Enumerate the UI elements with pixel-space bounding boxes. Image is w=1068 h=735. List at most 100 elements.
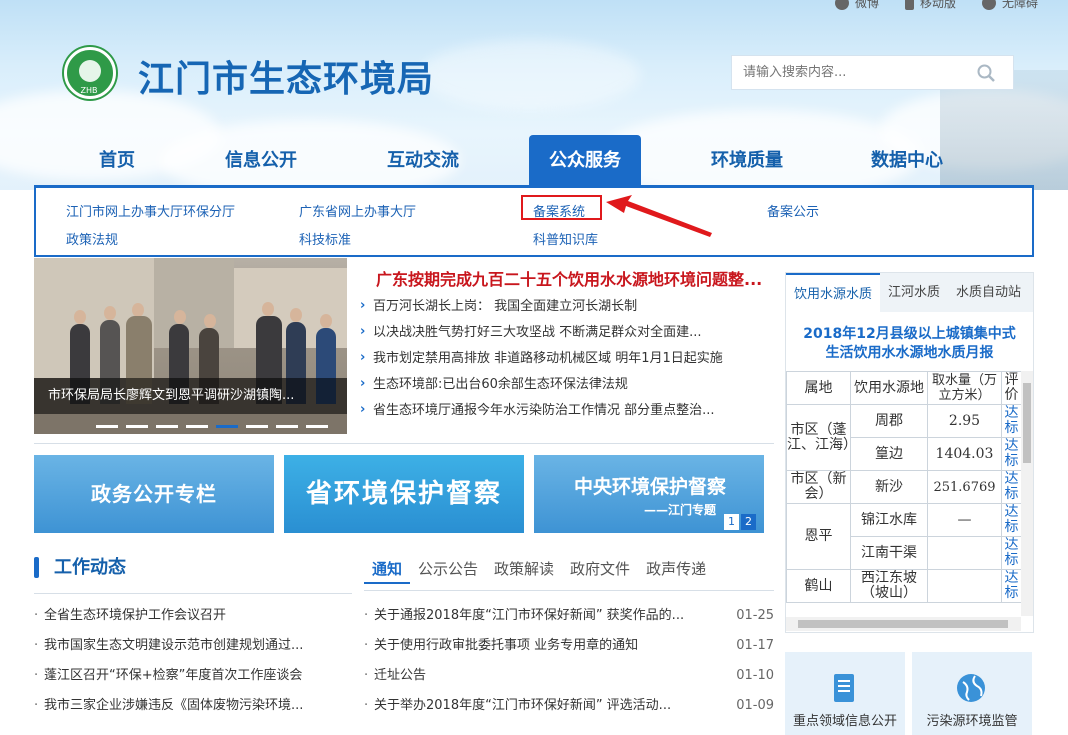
notice-date: 01-25 <box>736 608 774 623</box>
work-news-list: 全省生态环境保护工作会议召开 我市国家生态文明建设示范市创建规划通过... 蓬江… <box>34 605 303 725</box>
list-item[interactable]: 关于举办2018年度“江门市环保好新闻” 评选活动... 01-09 <box>364 695 774 725</box>
scrollbar-thumb[interactable] <box>798 620 1008 628</box>
notice-text: 迁址公告 <box>374 668 427 683</box>
water-quality-panel: 饮用水源水质 江河水质 水质自动站 2018年12月县级以上城镇集中式 生活饮用水… <box>785 272 1034 633</box>
slider-dot[interactable] <box>96 425 118 428</box>
headline-news[interactable]: 广东按期完成九百二十五个饮用水水源地环境问题整... <box>376 266 762 290</box>
nav-environment[interactable]: 环境质量 <box>691 135 803 185</box>
tab-notice[interactable]: 通知 <box>364 556 411 584</box>
notice-date: 01-09 <box>736 698 774 713</box>
list-item[interactable]: 我市国家生态文明建设示范市创建规划通过... <box>34 635 303 665</box>
quick-link-label: 重点领域信息公开 <box>792 714 897 729</box>
water-tabs: 饮用水源水质 江河水质 水质自动站 <box>786 273 1033 312</box>
news-slider[interactable]: 市环保局局长廖辉文到恩平调研沙湖镇陶... <box>34 258 347 434</box>
list-item[interactable]: 蓬江区召开“环保+检察”年度首次工作座谈会 <box>34 665 303 695</box>
list-item[interactable]: 关于使用行政审批委托事项 业务专用章的通知 01-17 <box>364 635 774 665</box>
tab-announcement[interactable]: 公示公告 <box>410 556 486 584</box>
mobile-link[interactable]: 移动版 <box>904 0 956 11</box>
list-item[interactable]: 全省生态环境保护工作会议召开 <box>34 605 303 635</box>
nav-info[interactable]: 信息公开 <box>205 135 317 185</box>
table-cell: 达标 <box>1001 404 1022 438</box>
submenu-guangdong-hall[interactable]: 广东省网上办事大厅 <box>299 201 416 220</box>
quick-link-label: 污染源环境监管 <box>926 714 1018 729</box>
submenu-policy[interactable]: 政策法规 <box>66 229 118 248</box>
table-cell: 达标 <box>1001 437 1022 471</box>
column-header: 评价 <box>1001 371 1022 405</box>
tab-gov-voice[interactable]: 政声传递 <box>638 556 714 584</box>
divider <box>34 443 774 444</box>
slider-dot[interactable] <box>156 425 178 428</box>
banner-provincial-inspection[interactable]: 省环境保护督察 <box>284 455 524 533</box>
table-cell: 2.95 <box>927 404 1002 438</box>
list-item[interactable]: 以决战决胜气势打好三大攻坚战 不断满足群众对全面建... <box>360 321 723 348</box>
banner-label: 中央环境保护督察 <box>574 476 727 498</box>
banner-gov-affairs[interactable]: 政务公开专栏 <box>34 455 274 533</box>
notice-text: 关于通报2018年度“江门市环保好新闻” 获奖作品的... <box>374 608 685 623</box>
submenu-tech-standard[interactable]: 科技标准 <box>299 229 351 248</box>
table-cell: 恩平 <box>786 503 851 570</box>
notice-tabs: 通知 公示公告 政策解读 政府文件 政声传递 <box>364 556 714 584</box>
list-item[interactable]: 省生态环境厅通报今年水污染防治工作情况 部分重点整治... <box>360 399 723 426</box>
list-item[interactable]: 关于通报2018年度“江门市环保好新闻” 获奖作品的... 01-25 <box>364 605 774 635</box>
submenu-filing-public[interactable]: 备案公示 <box>767 201 819 220</box>
list-item[interactable]: 迁址公告 01-10 <box>364 665 774 695</box>
banner-sublabel: ——江门专题 <box>644 503 717 517</box>
table-cell <box>927 569 1002 603</box>
slider-caption[interactable]: 市环保局局长廖辉文到恩平调研沙湖镇陶... <box>34 378 347 414</box>
banner-page[interactable]: 1 <box>724 514 739 530</box>
tab-policy-interpretation[interactable]: 政策解读 <box>486 556 562 584</box>
table-row: 市区（蓬江、江海） 周郡 2.95 达标 <box>786 404 1022 471</box>
search-box <box>731 55 1014 90</box>
slider-dot[interactable] <box>246 425 268 428</box>
table-cell: 新沙 <box>850 470 928 504</box>
table-cell: 市区（新会） <box>786 470 851 504</box>
list-item[interactable]: 百万河长湖长上岗： 我国全面建立河长湖长制 <box>360 295 723 322</box>
quick-link-pollution[interactable]: 污染源环境监管 <box>912 652 1032 735</box>
top-links: 微博 移动版 无障碍 <box>834 0 1038 11</box>
table-cell: 周郡 <box>850 404 928 438</box>
tab-river-water[interactable]: 江河水质 <box>880 273 948 312</box>
nav-interaction[interactable]: 互动交流 <box>367 135 479 185</box>
slider-dot[interactable] <box>186 425 208 428</box>
scrollbar-thumb[interactable] <box>1023 383 1031 463</box>
tab-gov-documents[interactable]: 政府文件 <box>562 556 638 584</box>
list-item[interactable]: 我市划定禁用高排放 非道路移动机械区域 明年1月1日起实施 <box>360 347 723 374</box>
horizontal-scrollbar[interactable] <box>786 617 1021 631</box>
nav-public-service[interactable]: 公众服务 <box>529 135 641 185</box>
site-title[interactable]: 江门市生态环境局 <box>138 50 434 102</box>
table-cell: 市区（蓬江、江海） <box>786 404 851 471</box>
report-title-line: 2018年12月县级以上城镇集中式 <box>803 326 1016 342</box>
slider-dot[interactable] <box>276 425 298 428</box>
banner-page[interactable]: 2 <box>741 514 756 530</box>
table-cell: 达标 <box>1001 536 1022 570</box>
submenu-knowledge-base[interactable]: 科普知识库 <box>533 229 598 248</box>
tab-auto-station[interactable]: 水质自动站 <box>948 273 1029 312</box>
slider-dot[interactable] <box>306 425 328 428</box>
water-report-title[interactable]: 2018年12月县级以上城镇集中式 生活饮用水水源地水质月报 <box>786 325 1033 363</box>
search-icon[interactable] <box>977 64 995 82</box>
tab-drinking-water[interactable]: 饮用水源水质 <box>786 273 881 312</box>
slider-dot-active[interactable] <box>216 425 238 428</box>
table-cell: 1404.03 <box>927 437 1002 471</box>
quick-link-key-areas[interactable]: 重点领域信息公开 <box>785 652 905 735</box>
table-cell <box>927 536 1002 570</box>
column-header: 取水量（万立方米） <box>927 371 1002 405</box>
slider-dots <box>96 425 328 428</box>
table-cell: 达标 <box>1001 503 1022 537</box>
accessibility-link[interactable]: 无障碍 <box>981 0 1038 11</box>
table-cell: 锦江水库 <box>850 503 928 537</box>
nav-home[interactable]: 首页 <box>61 135 173 185</box>
nav-data-center[interactable]: 数据中心 <box>851 135 963 185</box>
slider-dot[interactable] <box>126 425 148 428</box>
list-item[interactable]: 我市三家企业涉嫌违反《固体废物污染环境... <box>34 695 303 725</box>
search-input[interactable] <box>732 56 962 89</box>
table-cell: 鹤山 <box>786 569 851 603</box>
vertical-scrollbar[interactable] <box>1021 371 1033 616</box>
table-header-row: 属地 饮用水源地 取水量（万立方米） 评价 <box>786 371 1022 405</box>
work-news-title[interactable]: 工作动态 <box>34 556 126 580</box>
submenu-jiangmen-hall[interactable]: 江门市网上办事大厅环保分厅 <box>66 201 235 220</box>
list-item[interactable]: 生态环境部:已出台60余部生态环保法律法规 <box>360 373 723 400</box>
logo-text: ZHB <box>80 86 98 95</box>
water-quality-table: 属地 饮用水源地 取水量（万立方米） 评价 市区（蓬江、江海） 周郡 2.95 … <box>786 371 1022 603</box>
weibo-link[interactable]: 微博 <box>834 0 879 11</box>
